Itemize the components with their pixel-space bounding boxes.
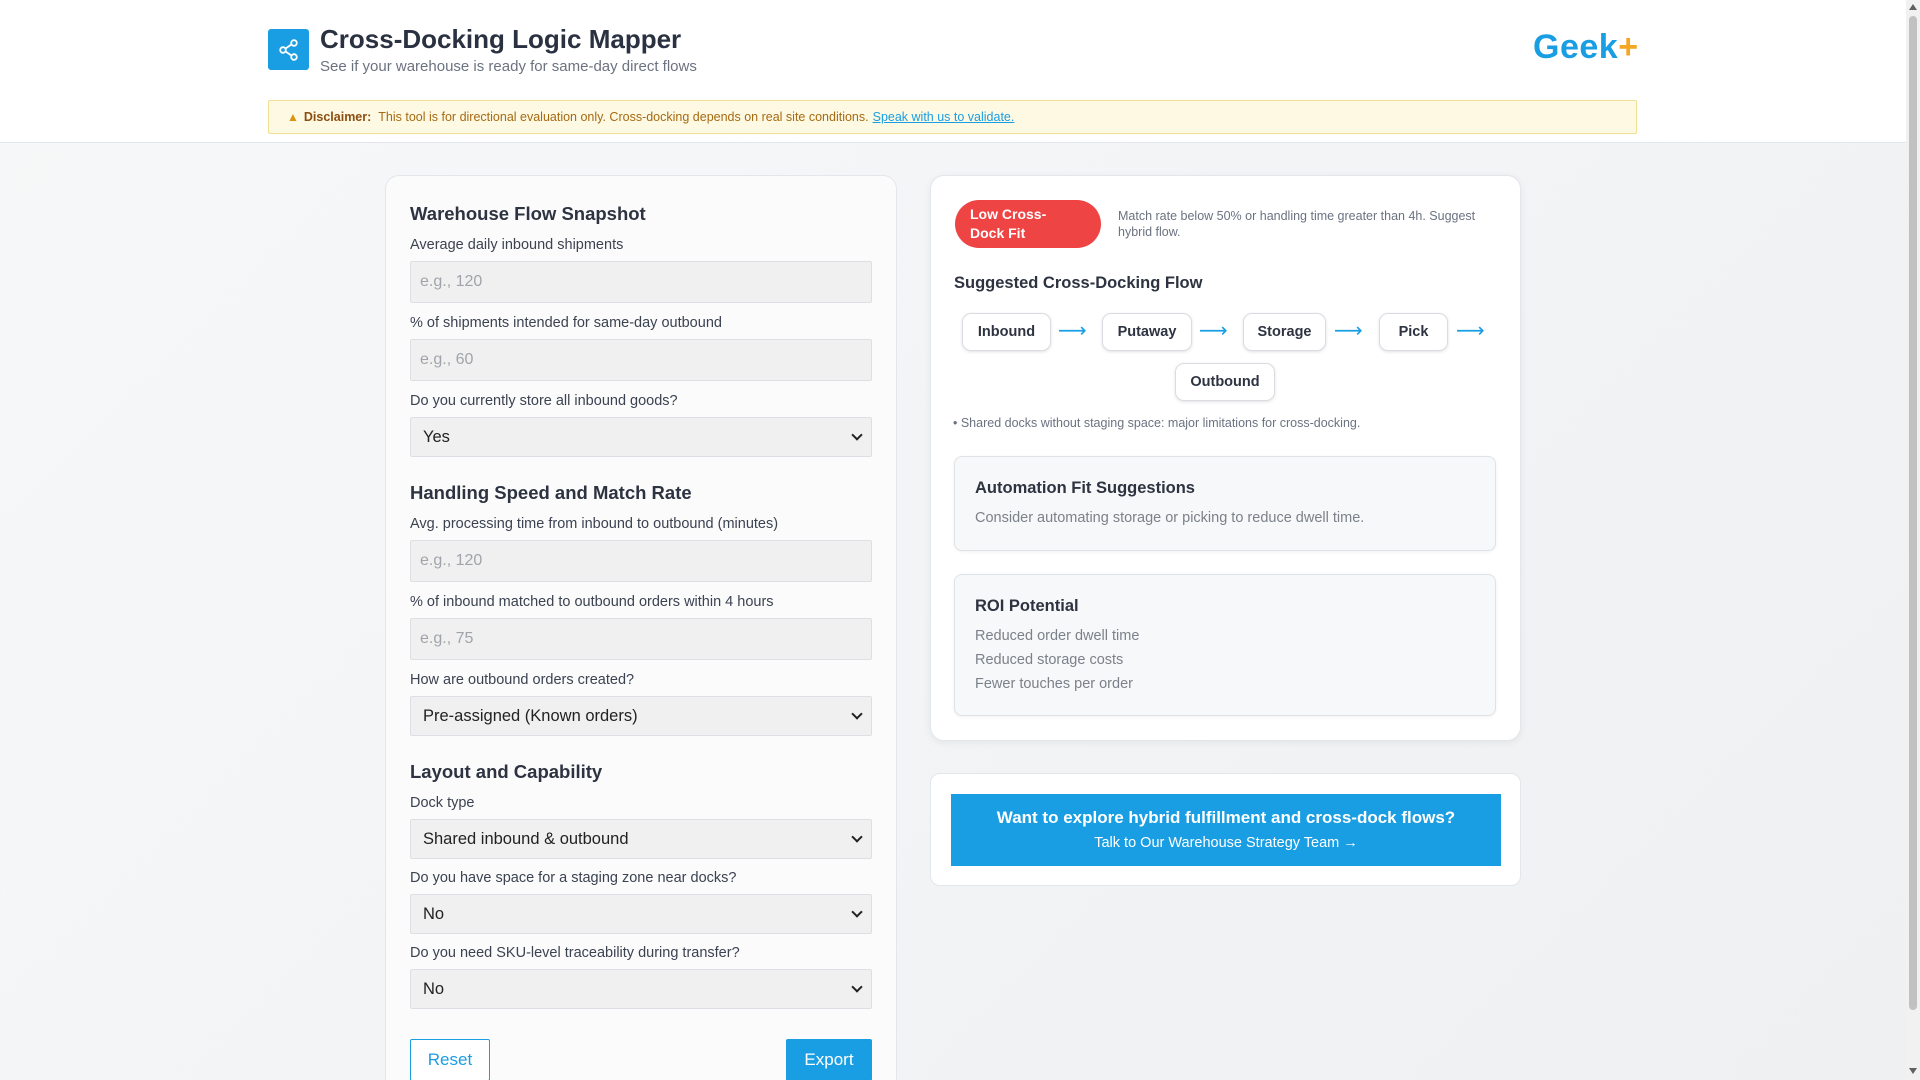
inbound-shipments-input[interactable] [410,261,872,303]
automation-text: Consider automating storage or picking t… [975,510,1365,526]
roi-item: Reduced order dwell time [975,628,1140,644]
scroll-thumb[interactable] [1909,16,1917,1010]
staging-zone-select[interactable]: No [410,894,872,934]
roi-item: Fewer touches per order [975,676,1133,692]
flow-step-storage: Storage [1243,313,1326,351]
orders-created-value: Pre-assigned (Known orders) [423,706,638,725]
cta-section: Want to explore hybrid fulfillment and c… [930,773,1521,886]
cta-link[interactable]: Talk to Our Warehouse Strategy Team → [951,835,1501,851]
sku-traceability-select[interactable]: No [410,969,872,1009]
arrow-right-icon: ⟶ [1058,320,1087,342]
flow-note: • Shared docks without staging space: ma… [953,416,1361,430]
brand-text: Geek [1533,28,1619,66]
section-title-snapshot: Warehouse Flow Snapshot [410,203,646,224]
section-title-layout: Layout and Capability [410,761,603,782]
sameday-percent-input[interactable] [410,339,872,381]
page-scrollbar[interactable] [1906,0,1920,1080]
chevron-down-icon [851,831,863,843]
automation-card: Automation Fit Suggestions Consider auto… [954,456,1496,551]
reset-button[interactable]: Reset [410,1039,490,1080]
scroll-up-icon[interactable] [1909,4,1917,10]
export-button[interactable]: Export [786,1039,872,1080]
processing-time-input[interactable] [410,540,872,582]
flow-step-pick: Pick [1379,313,1448,351]
badge-line-1: Low Cross- [970,206,1047,222]
results-panel: Low Cross- Dock Fit Match rate below 50%… [930,175,1521,741]
arrow-right-icon: ⟶ [1456,320,1485,342]
disclaimer-text: This tool is for directional evaluation … [378,110,869,124]
warning-icon: ▲ [287,110,299,124]
flow-title: Suggested Cross-Docking Flow [954,274,1203,292]
arrow-right-icon: ⟶ [1199,320,1228,342]
inbound-label: Average daily inbound shipments [410,237,624,253]
app-logo [268,29,309,70]
app-header: Cross-Docking Logic Mapper See if your w… [0,0,1906,143]
sameday-label: % of shipments intended for same-day out… [410,315,722,331]
share-icon [278,38,298,61]
brand-logo[interactable]: Geek+ [1533,28,1639,67]
page-title: Cross-Docking Logic Mapper [320,24,682,54]
roi-card: ROI Potential Reduced order dwell time R… [954,574,1496,716]
brand-plus: + [1618,28,1639,66]
sku-label: Do you need SKU-level traceability durin… [410,945,740,961]
chevron-down-icon [851,981,863,993]
orders-label: How are outbound orders created? [410,672,635,688]
disclaimer-banner: ▲ Disclaimer: This tool is for direction… [268,100,1637,134]
cta-headline: Want to explore hybrid fulfillment and c… [996,808,1456,827]
flow-step-outbound: Outbound [1175,363,1275,401]
strategy-team-cta[interactable]: Want to explore hybrid fulfillment and c… [951,794,1501,866]
match-label: % of inbound matched to outbound orders … [410,594,774,610]
arrow-right-icon: ⟶ [1334,320,1363,342]
section-title-handling: Handling Speed and Match Rate [410,482,692,503]
flow-step-putaway: Putaway [1102,313,1192,351]
dock-type-value: Shared inbound & outbound [423,829,629,848]
automation-title: Automation Fit Suggestions [975,479,1195,497]
store-label: Do you currently store all inbound goods… [410,393,678,409]
staging-zone-value: No [423,904,445,923]
chevron-down-icon [851,906,863,918]
staging-label: Do you have space for a staging zone nea… [410,870,737,886]
store-goods-value: Yes [423,427,450,446]
badge-note: Match rate below 50% or handling time gr… [1118,209,1476,239]
dock-type-select[interactable]: Shared inbound & outbound [410,819,872,859]
sku-traceability-value: No [423,979,445,998]
scroll-down-icon[interactable] [1909,1068,1917,1074]
disclaimer-label: Disclaimer: [303,110,372,124]
chevron-down-icon [851,429,863,441]
validate-link[interactable]: Speak with us to validate. [873,110,1015,124]
roi-item: Reduced storage costs [975,652,1124,668]
time-label: Avg. processing time from inbound to out… [410,516,779,532]
dock-label: Dock type [410,795,475,811]
flow-step-inbound: Inbound [962,313,1051,351]
page-subtitle: See if your warehouse is ready for same-… [320,58,697,75]
assessment-form: Warehouse Flow Snapshot Average daily in… [385,175,897,1080]
fit-status-badge: Low Cross- Dock Fit [955,200,1101,248]
orders-created-select[interactable]: Pre-assigned (Known orders) [410,696,872,736]
match-rate-input[interactable] [410,618,872,660]
badge-line-2: Dock Fit [970,225,1026,241]
store-goods-select[interactable]: Yes [410,417,872,457]
chevron-down-icon [851,708,863,720]
roi-title: ROI Potential [975,597,1079,615]
